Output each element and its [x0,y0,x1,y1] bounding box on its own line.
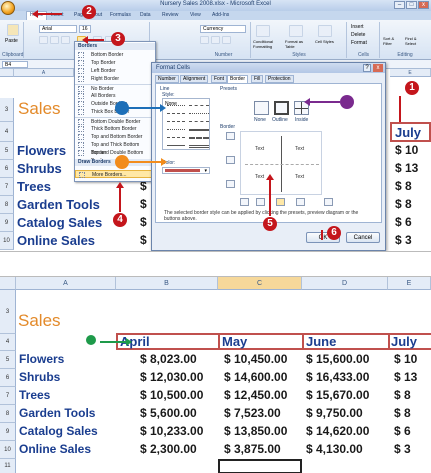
column-header-b[interactable]: B [116,277,218,290]
june-value: $ 14,620.00 [306,424,370,438]
row-header-11[interactable]: 11 [0,459,16,473]
april-value: $ 8,023.00 [140,352,197,366]
june-value: $ 15,600.00 [306,352,370,366]
header-border-callout [86,335,96,345]
april-value: $ 2,300.00 [140,442,197,456]
june-value: $ 9,750.00 [306,406,363,420]
column-header-e[interactable]: E [388,277,431,290]
arrow-5-head [266,174,274,180]
april-value: $ 10,500.00 [140,388,204,402]
bottom-screenshot: A B C D E 3 4 5 6 7 8 9 10 11 Sales Apri… [0,276,431,473]
arrow-4-head [116,182,124,188]
column-header-a[interactable]: A [16,277,116,290]
arrow-blue-head [160,104,166,112]
month-header-july: July [391,334,418,349]
june-value: $ 15,670.00 [306,388,370,402]
july-value: $ 10 [394,352,418,366]
line-style-callout [115,101,129,115]
row-label-online-sales: Online Sales [19,442,92,456]
may-value: $ 7,523.00 [224,406,281,420]
step-2-callout: 2 [82,5,96,19]
may-value: $ 10,450.00 [224,352,288,366]
header-border-divider [388,333,390,350]
arrow-orange-head [161,158,167,166]
select-all-corner[interactable] [0,277,16,290]
header-border-divider [302,333,304,350]
top-screenshot: Nursery Sales 2008.xlsx - Microsoft Exce… [0,0,431,252]
april-value: $ 10,233.00 [140,424,204,438]
active-cell-c11[interactable] [218,459,302,473]
month-header-may: May [222,334,248,349]
step-3-callout: 3 [111,32,125,46]
row-label-trees: Trees [19,388,51,402]
july-value: $ 8 [394,406,411,420]
green-arrow-head [126,338,132,346]
month-header-june: June [306,334,337,349]
row-label-catalog-sales: Catalog Sales [19,424,98,438]
callout-arrows [32,10,401,240]
office-button[interactable] [1,1,15,15]
may-value: $ 13,850.00 [224,424,288,438]
april-value: $ 5,600.00 [140,406,197,420]
column-header-d[interactable]: D [302,277,388,290]
july-value: $ 3 [394,442,411,456]
row-header-7[interactable]: 7 [0,387,16,405]
may-value: $ 12,450.00 [224,388,288,402]
step-5-callout: 5 [263,217,277,231]
row-label-garden-tools: Garden Tools [19,406,96,420]
callout-arrow-green [100,338,132,346]
july-value: $ 8 [394,388,411,402]
may-value: $ 3,875.00 [224,442,281,456]
step-1-callout: 1 [405,81,419,95]
july-value: $ 6 [394,424,411,438]
column-header-c[interactable]: C [218,277,302,290]
row-label-shrubs: Shrubs [19,370,61,384]
presets-callout [340,95,354,109]
arrow-3-head [82,36,88,44]
june-value: $ 16,433.00 [306,370,370,384]
june-value: $ 4,130.00 [306,442,363,456]
april-value: $ 12,030.00 [140,370,204,384]
row-header-4[interactable]: 4 [0,334,16,351]
arrow-purple-head [304,98,310,106]
color-callout [115,155,129,169]
july-value: $ 13 [394,370,418,384]
arrow-2-head [32,10,38,18]
row-header-5[interactable]: 5 [0,351,16,369]
sheet-title: Sales [18,311,61,330]
step-6-callout: 6 [327,226,341,240]
step-4-callout: 4 [113,213,127,227]
row-header-8[interactable]: 8 [0,405,16,423]
row-label-flowers: Flowers [19,352,65,366]
row-header-3[interactable]: 3 [0,290,16,334]
row-header-10[interactable]: 10 [0,441,16,459]
row-header-9[interactable]: 9 [0,423,16,441]
may-value: $ 14,600.00 [224,370,288,384]
header-border-divider [218,333,220,350]
row-header-6[interactable]: 6 [0,369,16,387]
